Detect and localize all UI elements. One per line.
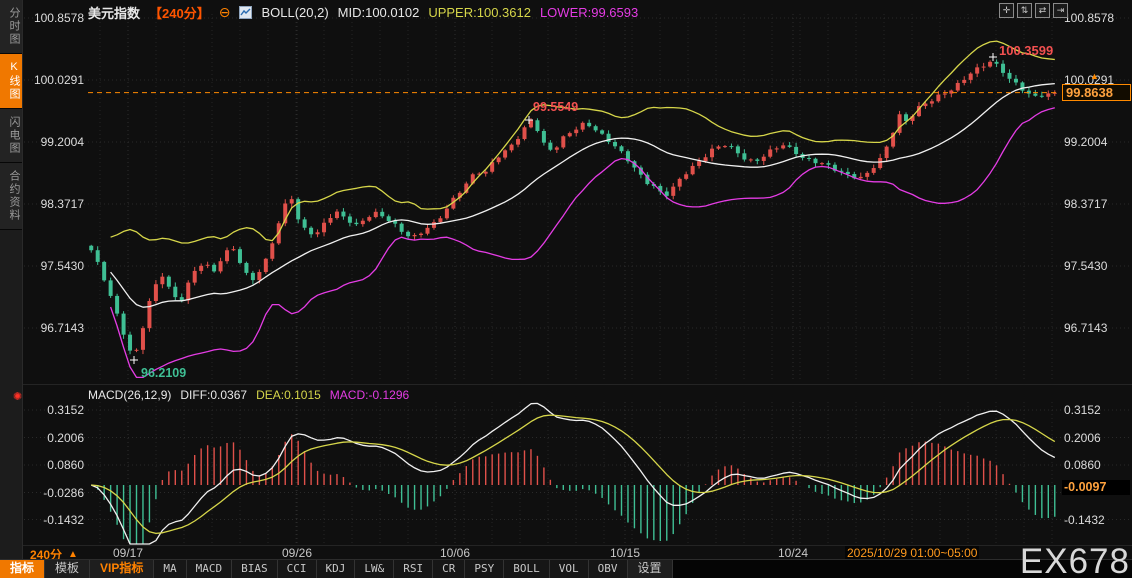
price-axis-label-left: 97.5430	[40, 259, 84, 273]
macd-axis-label-left: -0.0286	[43, 485, 84, 500]
sidebar-tab-3[interactable]: 闪电图	[0, 109, 22, 163]
toolbar-item-MA[interactable]: MA	[154, 560, 187, 578]
macd-axis-label-right: 0.2006	[1064, 430, 1101, 445]
macd-axis-label-right: 0.3152	[1064, 403, 1101, 417]
price-axis-label-left: 96.7143	[40, 321, 84, 335]
macd-header: MACD(26,12,9) DIFF:0.0367 DEA:0.1015 MAC…	[88, 388, 409, 402]
x-axis-date-label: 10/06	[439, 546, 471, 560]
toolbar-item-VIP指标[interactable]: VIP指标	[90, 560, 155, 578]
boll-lower-value: LOWER:99.6593	[539, 5, 639, 20]
zoom-vertical-axis-icon[interactable]: ⇅	[1017, 3, 1032, 18]
toolbar-item-MACD[interactable]: MACD	[186, 560, 233, 578]
bottom-toolbar: 指标 模板 VIP指标 MA MACD BIAS CCI KDJ LW& RSI CR PSY BOLL…	[0, 559, 1132, 578]
macd-title: MACD(26,12,9)	[88, 388, 172, 402]
chart-canvas[interactable]	[0, 0, 1132, 578]
mid-high-annotation: 99.5549	[533, 100, 579, 114]
macd-axis-label-right: -0.1432	[1064, 512, 1105, 527]
price-axis-label-right: 96.7143	[1064, 321, 1108, 335]
macd-axis-label-right: 0.0860	[1064, 458, 1101, 472]
boll-upper-value: UPPER:100.3612	[428, 5, 531, 20]
macd-value-badge: -0.0097	[1062, 480, 1130, 495]
price-axis-label-right: 97.5430	[1064, 259, 1108, 273]
macd-axis-label-left: 0.0860	[47, 458, 84, 472]
price-axis-label-left: 98.3717	[40, 197, 84, 211]
x-axis-date-label: 10/15	[609, 546, 641, 560]
toolbar-item-模板[interactable]: 模板	[45, 560, 91, 578]
high-annotation: 100.3599	[999, 43, 1054, 58]
collapse-icon[interactable]: ⊖	[219, 5, 231, 19]
period-tag: 【240分】	[149, 6, 210, 21]
sidebar-tab-2[interactable]: K线图	[0, 54, 22, 109]
sidebar: 分时图 K线图 闪电图 合约资料	[0, 0, 23, 560]
expand-right-icon[interactable]: ⇥	[1053, 3, 1068, 18]
x-axis-date-label: 10/24	[777, 546, 809, 560]
price-axis-label-left: 100.0291	[33, 73, 84, 87]
x-axis-date-label: 09/26	[281, 546, 313, 560]
current-price-badge: 99.8638	[1062, 84, 1131, 101]
x-axis-date-label: 09/17	[112, 546, 144, 560]
current-session-label: 2025/10/29 01:00~05:00	[845, 546, 980, 560]
pan-icon[interactable]: ✛	[999, 3, 1014, 18]
macd-diff-value: DIFF:0.0367	[180, 388, 248, 402]
price-axis-label-right: 99.2004	[1064, 135, 1108, 149]
toolbar-item-设置[interactable]: 设置	[627, 560, 673, 578]
boll-title: BOLL(20,2)	[261, 5, 329, 20]
sidebar-tabs: 分时图 K线图 闪电图 合约资料	[0, 0, 22, 230]
toolbar-item-CCI[interactable]: CCI	[277, 560, 317, 578]
macd-axis-label-left: 0.2006	[47, 430, 84, 445]
toolbar-item-LW&[interactable]: LW&	[355, 560, 395, 578]
indicator-chart-icon	[239, 6, 253, 19]
trading-app-window: 分时图 K线图 闪电图 合约资料 美元指数 【240分】 ⊖ BOLL(20,2) M…	[0, 0, 1132, 578]
sidebar-tab-1[interactable]: 分时图	[0, 0, 22, 54]
price-axis-label-right: 100.8578	[1064, 11, 1115, 25]
macd-axis-label-left: -0.1432	[43, 512, 84, 527]
zoom-horizontal-axis-icon[interactable]: ⇄	[1035, 3, 1050, 18]
toolbar-item-BOLL[interactable]: BOLL	[504, 560, 550, 578]
toolbar-item-PSY[interactable]: PSY	[465, 560, 505, 578]
symbol-title: 美元指数	[88, 6, 141, 21]
price-axis-label-right: 98.3717	[1064, 197, 1108, 211]
low-annotation: 96.2109	[141, 366, 187, 380]
macd-macd-value: MACD:-0.1296	[329, 388, 410, 402]
chart-toolbar-icons: ✛ ⇅ ⇄ ⇥	[999, 3, 1068, 18]
price-axis-label-left: 99.2004	[40, 135, 84, 149]
toolbar-item-RSI[interactable]: RSI	[394, 560, 434, 578]
indicator-settings-icon[interactable]: ✺	[13, 390, 22, 403]
boll-mid-value: MID:100.0102	[337, 5, 420, 20]
toolbar-item-KDJ[interactable]: KDJ	[316, 560, 356, 578]
macd-axis-label-left: 0.3152	[47, 403, 84, 417]
sidebar-tab-4[interactable]: 合约资料	[0, 163, 22, 230]
chart-header: 美元指数 【240分】 ⊖ BOLL(20,2) MID:100.0102 UP…	[88, 3, 638, 22]
toolbar-item-VOL[interactable]: VOL	[549, 560, 589, 578]
toolbar-item-指标[interactable]: 指标	[0, 560, 46, 578]
price-up-arrow-icon: ▲	[1090, 71, 1099, 81]
toolbar-item-OBV[interactable]: OBV	[588, 560, 628, 578]
toolbar-item-CR[interactable]: CR	[433, 560, 466, 578]
price-axis-label-left: 100.8578	[33, 11, 84, 25]
macd-dea-value: DEA:0.1015	[256, 388, 321, 402]
watermark: EX678	[1019, 542, 1130, 578]
toolbar-item-BIAS[interactable]: BIAS	[232, 560, 278, 578]
